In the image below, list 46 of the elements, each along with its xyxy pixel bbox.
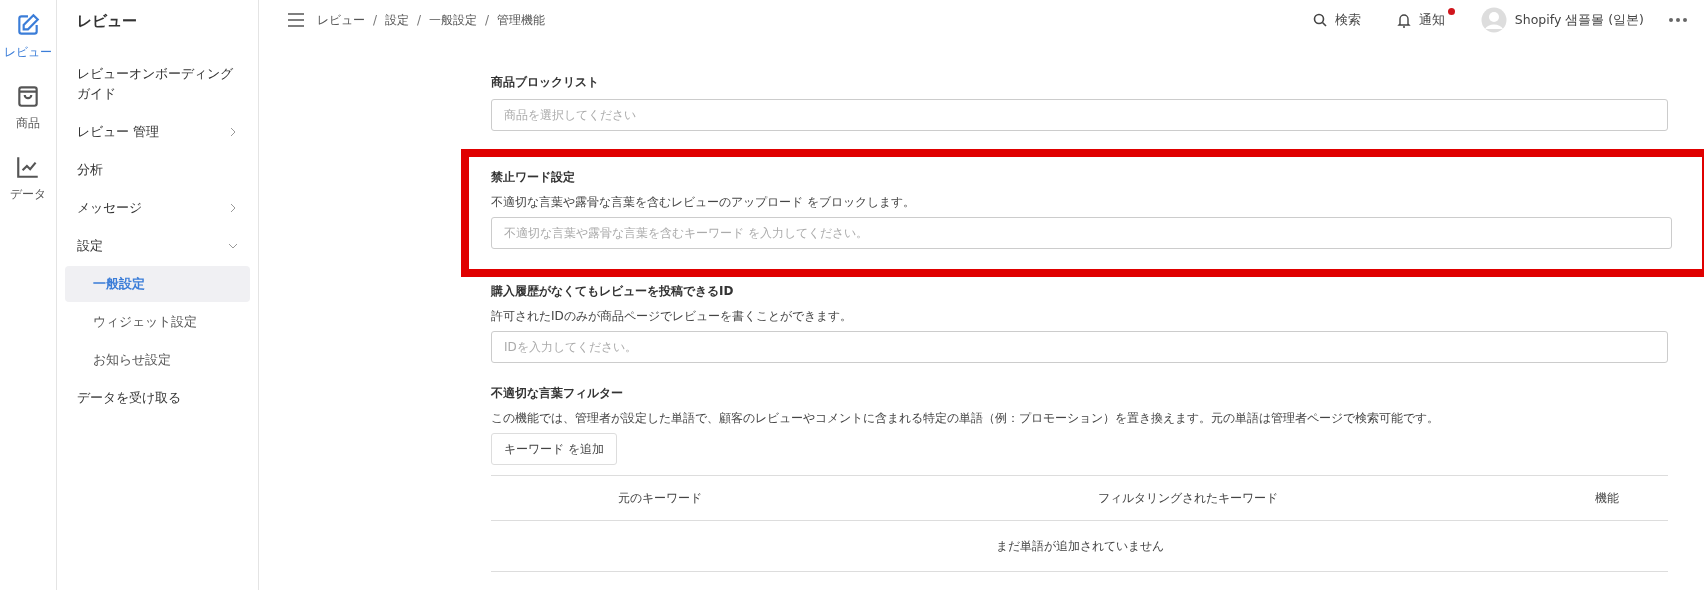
more-icon[interactable] <box>1668 17 1688 23</box>
text-field[interactable]: IDを入力してください。 <box>491 331 1668 363</box>
column-header: 機能 <box>1595 490 1619 505</box>
breadcrumb-separator: / <box>417 13 422 27</box>
sidebar-item[interactable]: レビュー 管理 <box>65 114 250 150</box>
column-header: フィルタリングされたキーワード <box>1097 490 1278 505</box>
section-title: 購入履歴がなくてもレビューを投稿できるID <box>491 283 735 300</box>
section-title: 禁止ワード設定 <box>491 169 576 186</box>
text-field[interactable]: 商品を選択してください <box>491 99 1668 131</box>
section-title: 商品ブロックリスト <box>491 74 600 91</box>
sidebar-item[interactable]: メッセージ <box>65 190 250 226</box>
sidebar-title: レビュー <box>76 11 138 32</box>
search-button[interactable]: 検索 <box>1300 11 1373 29</box>
account-menu[interactable]: Shopify 샘플몰 (일본) <box>1468 7 1656 33</box>
notifications-button[interactable]: 通知 <box>1384 11 1457 29</box>
nav-rail-item[interactable]: 商品 <box>15 83 41 132</box>
section-description: 不適切な言葉や露骨な言葉を含むレビューのアップロード をブロックします。 <box>491 194 916 211</box>
avatar-icon <box>1480 7 1507 33</box>
sidebar-item[interactable]: データを受け取る <box>65 380 250 416</box>
breadcrumb-item[interactable]: 設定 <box>385 11 410 29</box>
add-keyword-button[interactable]: キーワード を追加 <box>491 433 617 465</box>
breadcrumb-item[interactable]: レビュー <box>317 11 365 29</box>
sidebar-subitem[interactable]: お知らせ設定 <box>65 342 250 378</box>
section-description: 許可されたIDのみが商品ページでレビューを書くことができます。 <box>491 308 853 325</box>
line-chart-icon <box>15 154 41 180</box>
section-title: 不適切な言葉フィルター <box>491 385 624 402</box>
bell-icon <box>1396 12 1411 28</box>
edit-icon <box>15 12 41 38</box>
sidebar-subitem[interactable]: 一般設定 <box>65 266 250 302</box>
bag-icon <box>15 83 41 109</box>
sidebar-item[interactable]: 分析 <box>65 152 250 188</box>
sidebar-item[interactable]: 設定 <box>65 228 250 264</box>
column-header: 元のキーワード <box>618 490 703 505</box>
text-field[interactable]: 不適切な言葉や露骨な言葉を含むキーワード を入力してください。 <box>491 217 1672 249</box>
section-description: この機能では、管理者が設定した単語で、顧客のレビューやコメントに含まれる特定の単語（例：プロモーション）を置き換えます。元の単語は管理者ページで検索可能です。 <box>491 410 1440 427</box>
search-icon <box>1312 13 1327 27</box>
sidebar-subitem[interactable]: ウィジェット設定 <box>65 304 250 340</box>
breadcrumb-item[interactable]: 一般設定 <box>429 11 478 29</box>
breadcrumb-separator: / <box>485 13 490 27</box>
menu-icon[interactable] <box>287 13 305 27</box>
breadcrumb-separator: / <box>373 13 378 27</box>
nav-rail-item[interactable]: データ <box>10 154 46 203</box>
sidebar-item[interactable]: レビューオンボーディングガイド <box>65 56 250 112</box>
empty-message: まだ単語が追加されていません <box>995 538 1164 553</box>
breadcrumb-item[interactable]: 管理機能 <box>497 11 546 29</box>
nav-rail-item[interactable]: レビュー <box>4 12 52 61</box>
